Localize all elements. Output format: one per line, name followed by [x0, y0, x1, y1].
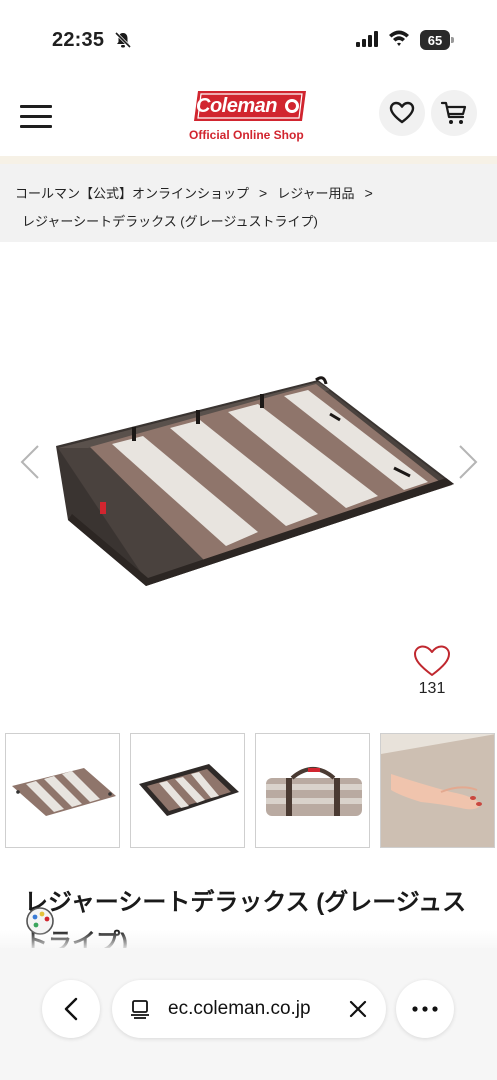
- heart-outline-icon: [414, 645, 450, 676]
- hamburger-line: [20, 105, 52, 108]
- logo-text: Coleman: [196, 95, 277, 117]
- thumbnail-item[interactable]: [130, 733, 245, 848]
- url-text: ec.coleman.co.jp: [168, 998, 311, 1019]
- status-bar: 22:35 65: [0, 0, 497, 72]
- breadcrumb: コールマン【公式】オンラインショップ > レジャー用品 > レジャーシートデラッ…: [0, 164, 497, 242]
- close-icon[interactable]: [348, 999, 368, 1019]
- battery-icon: 65: [420, 30, 454, 50]
- breadcrumb-trail: コールマン【公式】オンラインショップ > レジャー用品 >: [15, 183, 383, 202]
- back-button[interactable]: [42, 980, 100, 1038]
- page-menu-icon[interactable]: [130, 999, 150, 1019]
- battery-cap: [451, 37, 454, 43]
- breadcrumb-link-leisure[interactable]: レジャー用品: [277, 183, 354, 202]
- address-bar[interactable]: ec.coleman.co.jp: [112, 980, 386, 1038]
- thumb-hand-detail-image: [381, 734, 494, 847]
- breadcrumb-separator: >: [364, 184, 373, 201]
- product-main-image: [56, 376, 454, 586]
- cellular-signal-icon: [356, 31, 378, 47]
- like-button[interactable]: 131: [410, 644, 454, 704]
- hamburger-line: [20, 125, 52, 128]
- thumbnail-item[interactable]: [255, 733, 370, 848]
- cart-button[interactable]: [431, 90, 477, 136]
- hamburger-line: [20, 115, 52, 118]
- product-image-carousel[interactable]: 131: [0, 242, 497, 720]
- bottom-fade: [0, 930, 497, 950]
- chevron-right-icon[interactable]: [456, 442, 480, 482]
- ellipsis-icon: [412, 1006, 438, 1012]
- bell-muted-icon: [114, 31, 132, 49]
- favorites-button[interactable]: [379, 90, 425, 136]
- chevron-left-icon[interactable]: [18, 442, 42, 482]
- breadcrumb-current: レジャーシートデラックス (グレージュストライプ): [22, 214, 318, 229]
- coleman-logo[interactable]: Coleman Official Online Shop: [188, 86, 310, 144]
- menu-button[interactable]: [20, 105, 52, 129]
- wifi-icon: [389, 30, 409, 46]
- chevron-left-icon: [64, 997, 78, 1021]
- thumbnail-strip: [5, 733, 495, 848]
- thumb-sheet-angle-image: [139, 764, 239, 816]
- header-band: [0, 156, 497, 164]
- thumb-flat-sheet-image: [12, 768, 116, 816]
- heart-icon: [389, 101, 415, 124]
- thumbnail-item[interactable]: [380, 733, 495, 848]
- like-count: 131: [418, 680, 446, 697]
- thumb-rolled-sheet-image: [266, 767, 362, 816]
- logo-subtitle: Official Online Shop: [189, 128, 304, 142]
- battery-level: 65: [427, 32, 443, 48]
- browser-toolbar: ec.coleman.co.jp: [0, 948, 497, 1080]
- cart-icon: [440, 101, 467, 124]
- breadcrumb-separator: >: [259, 184, 268, 201]
- more-button[interactable]: [396, 980, 454, 1038]
- site-header: Coleman Official Online Shop: [0, 72, 497, 156]
- breadcrumb-link-home[interactable]: コールマン【公式】オンラインショップ: [15, 183, 249, 202]
- status-time: 22:35: [52, 29, 105, 51]
- thumbnail-item[interactable]: [5, 733, 120, 848]
